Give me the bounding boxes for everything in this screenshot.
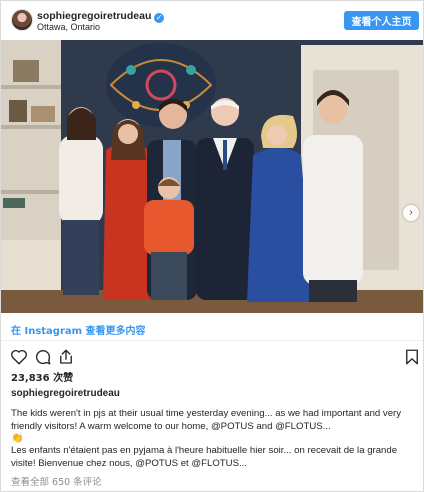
heart-icon[interactable] bbox=[10, 348, 28, 366]
view-more-bar: 在 Instagram 查看更多内容 bbox=[1, 314, 423, 341]
verified-icon: ✓ bbox=[154, 13, 165, 23]
avatar[interactable] bbox=[11, 9, 33, 31]
post-header: sophiegregoiretrudeau ✓ Ottawa, Ontario 查… bbox=[1, 1, 423, 39]
share-icon[interactable] bbox=[57, 348, 75, 366]
action-bar bbox=[1, 343, 423, 369]
comment-icon[interactable] bbox=[34, 348, 52, 366]
location-link[interactable]: Ottawa, Ontario bbox=[37, 22, 100, 32]
caption-french: Les enfants n'étaient pas en pyjama à l'… bbox=[11, 445, 398, 469]
view-all-comments-link[interactable]: 查看全部 650 条评论 bbox=[11, 474, 102, 488]
caption-username[interactable]: sophiegregoiretrudeau bbox=[11, 388, 120, 399]
view-more-link[interactable]: 在 Instagram 查看更多内容 bbox=[11, 322, 146, 337]
bookmark-icon[interactable] bbox=[403, 348, 421, 366]
like-count[interactable]: 23,836 次赞 bbox=[11, 369, 73, 384]
view-profile-button[interactable]: 查看个人主页 bbox=[344, 11, 419, 30]
caption-english: The kids weren't in pjs at their usual t… bbox=[11, 408, 402, 432]
username-text[interactable]: sophiegregoiretrudeau bbox=[37, 10, 151, 22]
next-photo-icon[interactable]: › bbox=[403, 205, 419, 221]
instagram-embed-card: sophiegregoiretrudeau ✓ Ottawa, Ontario 查… bbox=[0, 0, 424, 492]
clap-emoji: 👏 bbox=[11, 433, 24, 444]
caption: The kids weren't in pjs at their usual t… bbox=[11, 408, 416, 470]
photo-family-group bbox=[1, 40, 423, 313]
post-photo[interactable]: › bbox=[1, 40, 423, 313]
